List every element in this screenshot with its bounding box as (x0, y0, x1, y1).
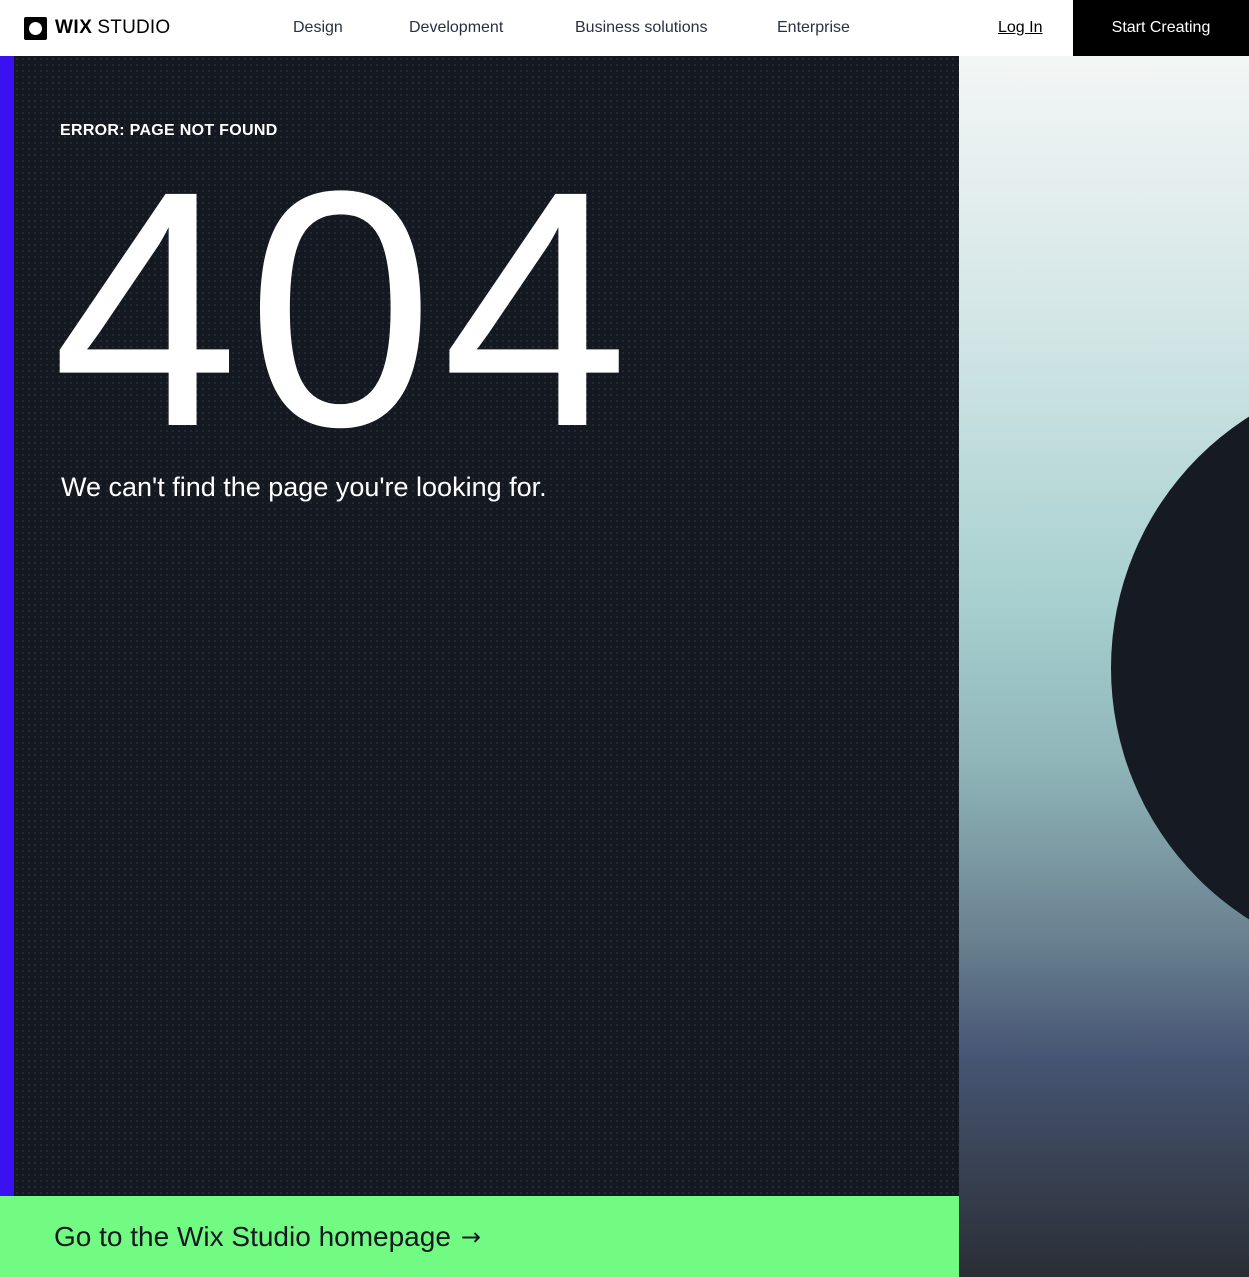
start-creating-button[interactable]: Start Creating (1073, 0, 1249, 56)
wix-studio-logo[interactable]: WIX STUDIO (24, 16, 171, 40)
accent-strip (0, 56, 14, 1196)
logo-text-bold: WIX (55, 17, 93, 38)
site-header: WIX STUDIO Design Development Business s… (0, 0, 1249, 56)
arrow-right-icon: → (460, 1222, 482, 1251)
nav-item-design[interactable]: Design (293, 19, 343, 37)
error-code: 404 (52, 122, 637, 497)
error-message: We can't find the page you're looking fo… (61, 472, 547, 502)
nav-item-business-solutions[interactable]: Business solutions (575, 19, 708, 37)
homepage-link-label: Go to the Wix Studio homepage (54, 1220, 451, 1252)
login-link[interactable]: Log In (998, 19, 1042, 37)
decorative-graphic (959, 56, 1249, 1277)
homepage-link[interactable]: Go to the Wix Studio homepage → (0, 1196, 959, 1277)
nav-item-development[interactable]: Development (409, 19, 503, 37)
error-panel: ERROR: PAGE NOT FOUND 404 We can't find … (14, 56, 959, 1196)
logo-text-light: STUDIO (97, 17, 171, 38)
nav-item-enterprise[interactable]: Enterprise (777, 19, 850, 37)
dark-circle-shape (1111, 416, 1249, 920)
wix-studio-logo-icon (24, 16, 47, 40)
error-page: WIX STUDIO Design Development Business s… (0, 0, 1249, 1277)
